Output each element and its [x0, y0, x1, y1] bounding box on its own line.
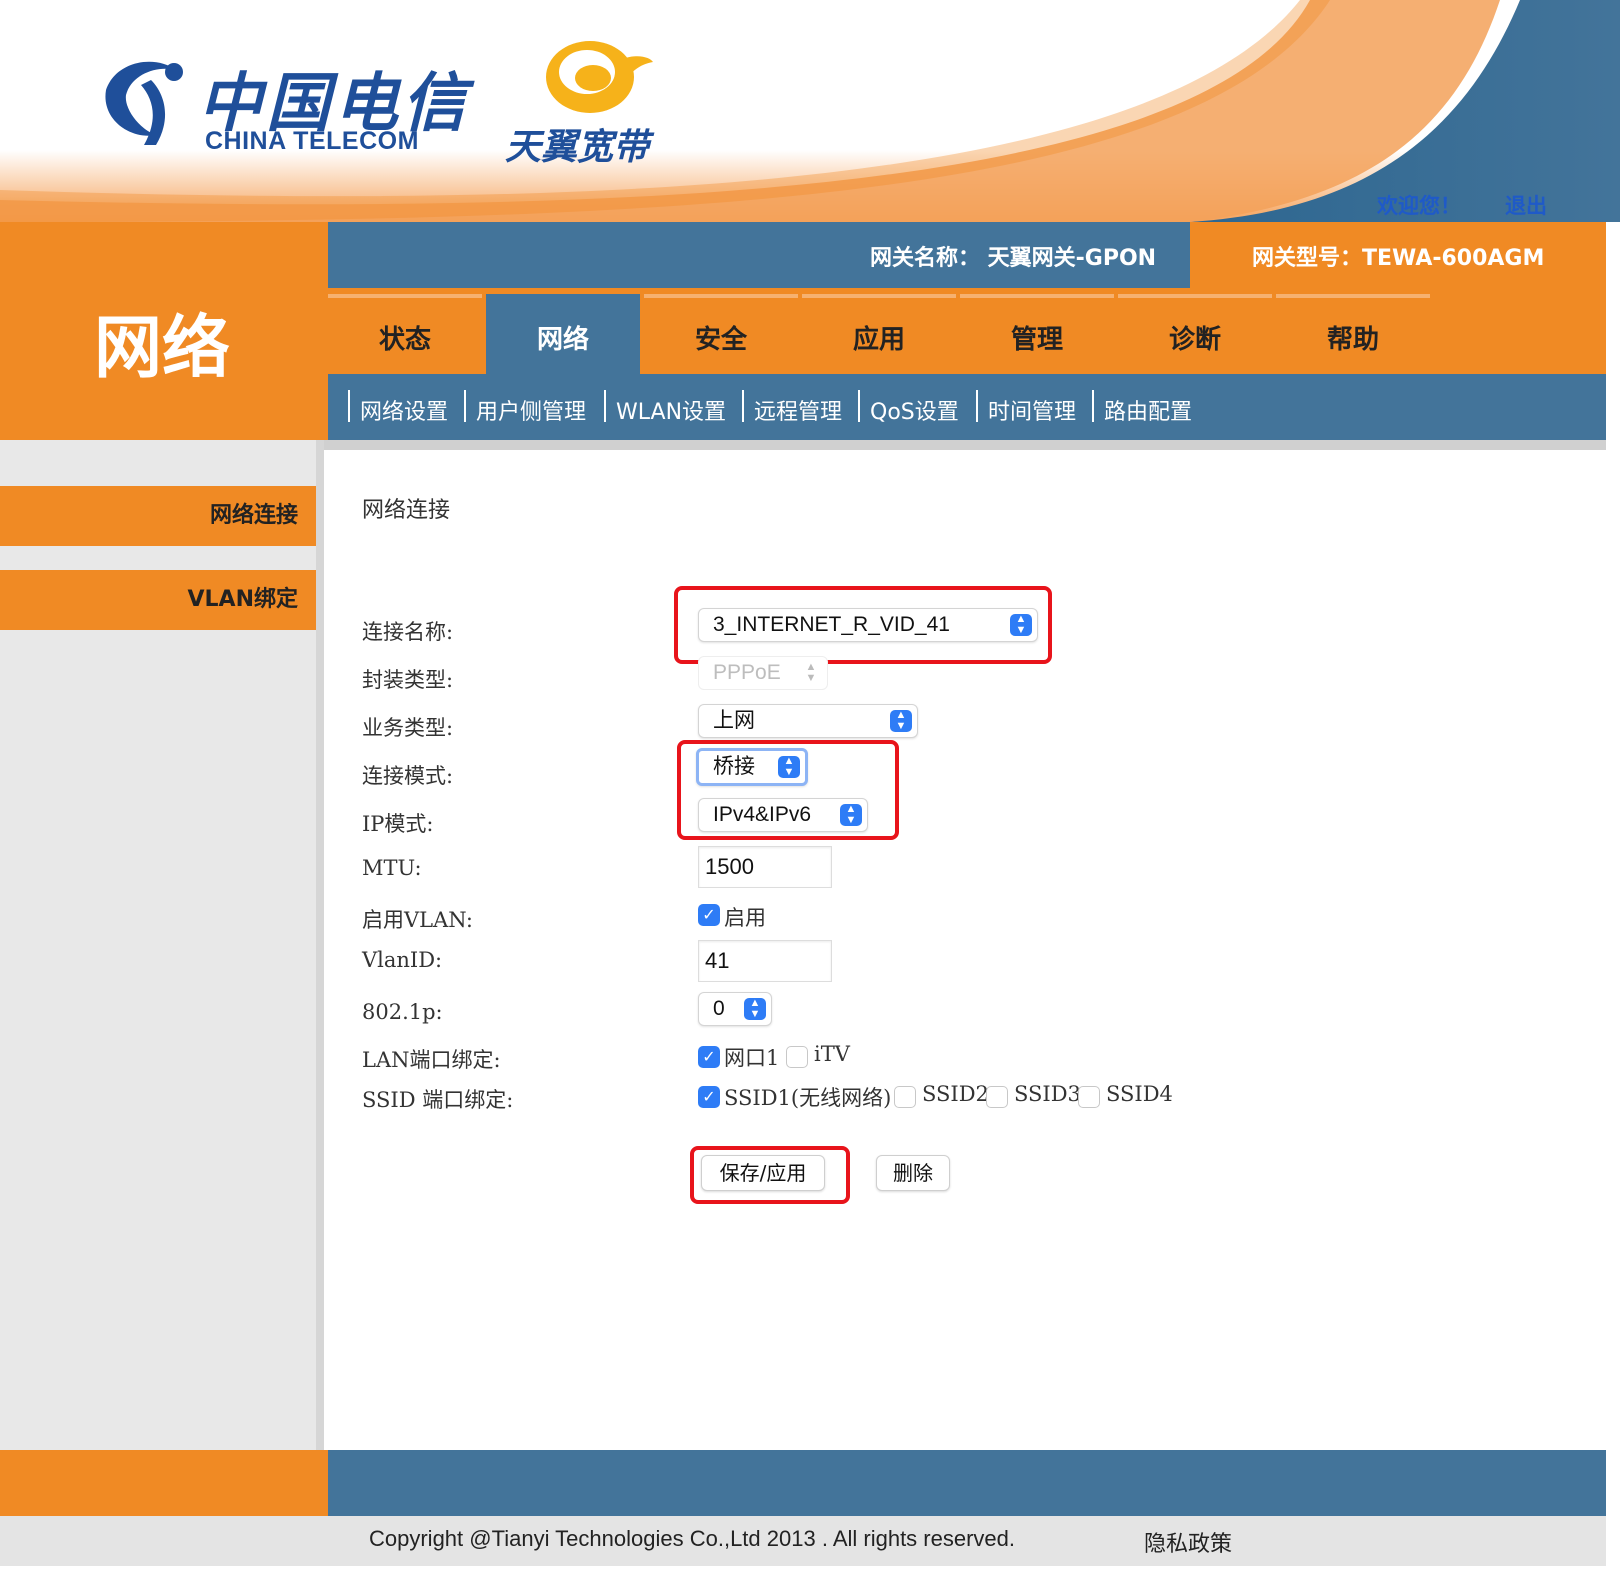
service-type-label: 业务类型:: [362, 716, 454, 740]
ssid1-checkbox[interactable]: ✓: [698, 1086, 720, 1108]
content-top-shadow: [316, 440, 1606, 450]
copyright-text: Copyright @Tianyi Technologies Co.,Ltd 2…: [369, 1526, 1016, 1551]
section-title-panel: 网络: [0, 222, 328, 440]
tab-application[interactable]: 应用: [802, 294, 956, 374]
mtu-input[interactable]: 1500: [698, 846, 832, 888]
service-type-value: 上网: [713, 709, 755, 732]
enable-vlan-option-label: 启用: [724, 906, 766, 930]
ssid3-label: SSID3: [1014, 1082, 1081, 1106]
lan-port1-checkbox[interactable]: ✓: [698, 1046, 720, 1068]
ssid3-checkbox[interactable]: [986, 1086, 1008, 1108]
subnav-user-side-management[interactable]: 用户侧管理: [476, 394, 586, 426]
lan-bind-label: LAN端口绑定:: [362, 1048, 501, 1072]
sidebar: 网络连接 VLAN绑定: [0, 440, 322, 1450]
gateway-info-bar: 网关名称： 天翼网关-GPON: [328, 222, 1190, 288]
ssid-bind-label: SSID 端口绑定:: [362, 1088, 514, 1112]
sub-navigation: 网络设置 用户侧管理 WLAN设置 远程管理 QoS设置 时间管理 路由配置: [328, 374, 1606, 440]
brand-subtitle: 天翼宽带: [505, 126, 650, 167]
subnav-divider: [348, 390, 350, 422]
ip-mode-select[interactable]: IPv4&IPv6 ▲ ▼: [698, 798, 868, 832]
privacy-policy-link[interactable]: 隐私政策: [1144, 1526, 1232, 1558]
vlan-id-label: VlanID:: [362, 948, 443, 972]
encap-type-label: 封装类型:: [362, 668, 454, 692]
ssid4-checkbox[interactable]: [1078, 1086, 1100, 1108]
header-banner: 中国电信 CHINA TELECOM 天翼宽带 欢迎您！ 退出: [0, 0, 1620, 222]
mtu-label: MTU:: [362, 856, 422, 880]
subnav-qos-settings[interactable]: QoS设置: [870, 394, 959, 426]
subnav-divider: [1092, 390, 1094, 422]
subnav-divider: [742, 390, 744, 422]
gateway-model: 网关型号：TEWA-600AGM: [1252, 246, 1545, 271]
content-left-shadow: [316, 440, 324, 1450]
sidebar-item-vlan-binding[interactable]: VLAN绑定: [0, 570, 322, 630]
connection-name-select[interactable]: 3_INTERNET_R_VID_41 ▲ ▼: [698, 608, 1038, 642]
select-arrow-icon: ▲ ▼: [778, 756, 800, 778]
select-arrow-icon: ▲ ▼: [840, 804, 862, 826]
subnav-divider: [604, 390, 606, 422]
ip-mode-label: IP模式:: [362, 812, 434, 836]
8021p-label: 802.1p:: [362, 1000, 443, 1024]
lan-itv-checkbox[interactable]: [786, 1046, 808, 1068]
welcome-link[interactable]: 欢迎您！: [1377, 190, 1461, 220]
gateway-name: 网关名称： 天翼网关-GPON: [870, 246, 1157, 271]
footer-orange-band: [0, 1450, 328, 1516]
subnav-divider: [976, 390, 978, 422]
delete-button[interactable]: 删除: [876, 1155, 950, 1191]
section-title: 网络: [94, 309, 231, 388]
select-arrow-icon: ▲ ▼: [805, 661, 817, 684]
ip-mode-value: IPv4&IPv6: [713, 803, 812, 826]
service-type-select[interactable]: 上网 ▲ ▼: [698, 704, 918, 738]
gateway-model-bar: 网关型号：TEWA-600AGM: [1190, 222, 1606, 288]
tab-help[interactable]: 帮助: [1276, 294, 1430, 374]
subnav-route-config[interactable]: 路由配置: [1104, 394, 1192, 426]
tianyi-swirl-icon: [546, 41, 653, 113]
connection-mode-value: 桥接: [713, 755, 755, 778]
connection-mode-select[interactable]: 桥接 ▲ ▼: [696, 748, 808, 786]
brand-name-en: CHINA TELECOM: [205, 127, 419, 155]
ssid2-checkbox[interactable]: [894, 1086, 916, 1108]
encap-type-select: PPPoE ▲ ▼: [698, 656, 828, 690]
footer-blue-band: [328, 1450, 1606, 1516]
encap-type-value: PPPoE: [713, 661, 781, 684]
tab-diagnostics[interactable]: 诊断: [1118, 294, 1272, 374]
enable-vlan-checkbox[interactable]: ✓: [698, 904, 720, 926]
main-content: 网络连接 连接名称: 3_INTERNET_R_VID_41 ▲ ▼ 封装类型: …: [324, 450, 1606, 1450]
enable-vlan-label: 启用VLAN:: [362, 908, 473, 932]
select-arrow-icon: ▲ ▼: [890, 710, 912, 732]
subnav-network-settings[interactable]: 网络设置: [360, 394, 448, 426]
footer: Copyright @Tianyi Technologies Co.,Ltd 2…: [0, 1516, 1606, 1566]
tab-network[interactable]: 网络: [486, 294, 640, 374]
ssid2-label: SSID2: [922, 1082, 989, 1106]
vlan-id-input[interactable]: 41: [698, 940, 832, 982]
sidebar-item-network-connection[interactable]: 网络连接: [0, 486, 322, 546]
8021p-select[interactable]: 0 ▲ ▼: [698, 992, 772, 1026]
connection-name-label: 连接名称:: [362, 620, 454, 644]
ssid1-label: SSID1(无线网络): [724, 1086, 892, 1110]
main-tabs: 状态 网络 安全 应用 管理 诊断 帮助: [328, 288, 1606, 374]
connection-name-value: 3_INTERNET_R_VID_41: [713, 613, 950, 636]
tab-management[interactable]: 管理: [960, 294, 1114, 374]
lan-port1-label: 网口1: [724, 1046, 780, 1070]
subnav-divider: [464, 390, 466, 422]
page-title: 网络连接: [362, 498, 451, 523]
subnav-wlan-settings[interactable]: WLAN设置: [616, 394, 726, 426]
tab-security[interactable]: 安全: [644, 294, 798, 374]
china-telecom-logo-icon: [105, 61, 183, 145]
subnav-time-management[interactable]: 时间管理: [988, 394, 1076, 426]
select-arrow-icon: ▲ ▼: [744, 998, 766, 1020]
subnav-remote-management[interactable]: 远程管理: [754, 394, 842, 426]
subnav-divider: [858, 390, 860, 422]
8021p-value: 0: [713, 997, 725, 1020]
logout-link[interactable]: 退出: [1505, 190, 1547, 220]
select-arrow-icon: ▲ ▼: [1010, 614, 1032, 636]
tab-status[interactable]: 状态: [328, 294, 482, 374]
ssid4-label: SSID4: [1106, 1082, 1173, 1106]
connection-mode-label: 连接模式:: [362, 764, 454, 788]
lan-itv-label: iTV: [814, 1042, 850, 1066]
save-apply-button[interactable]: 保存/应用: [701, 1155, 825, 1191]
